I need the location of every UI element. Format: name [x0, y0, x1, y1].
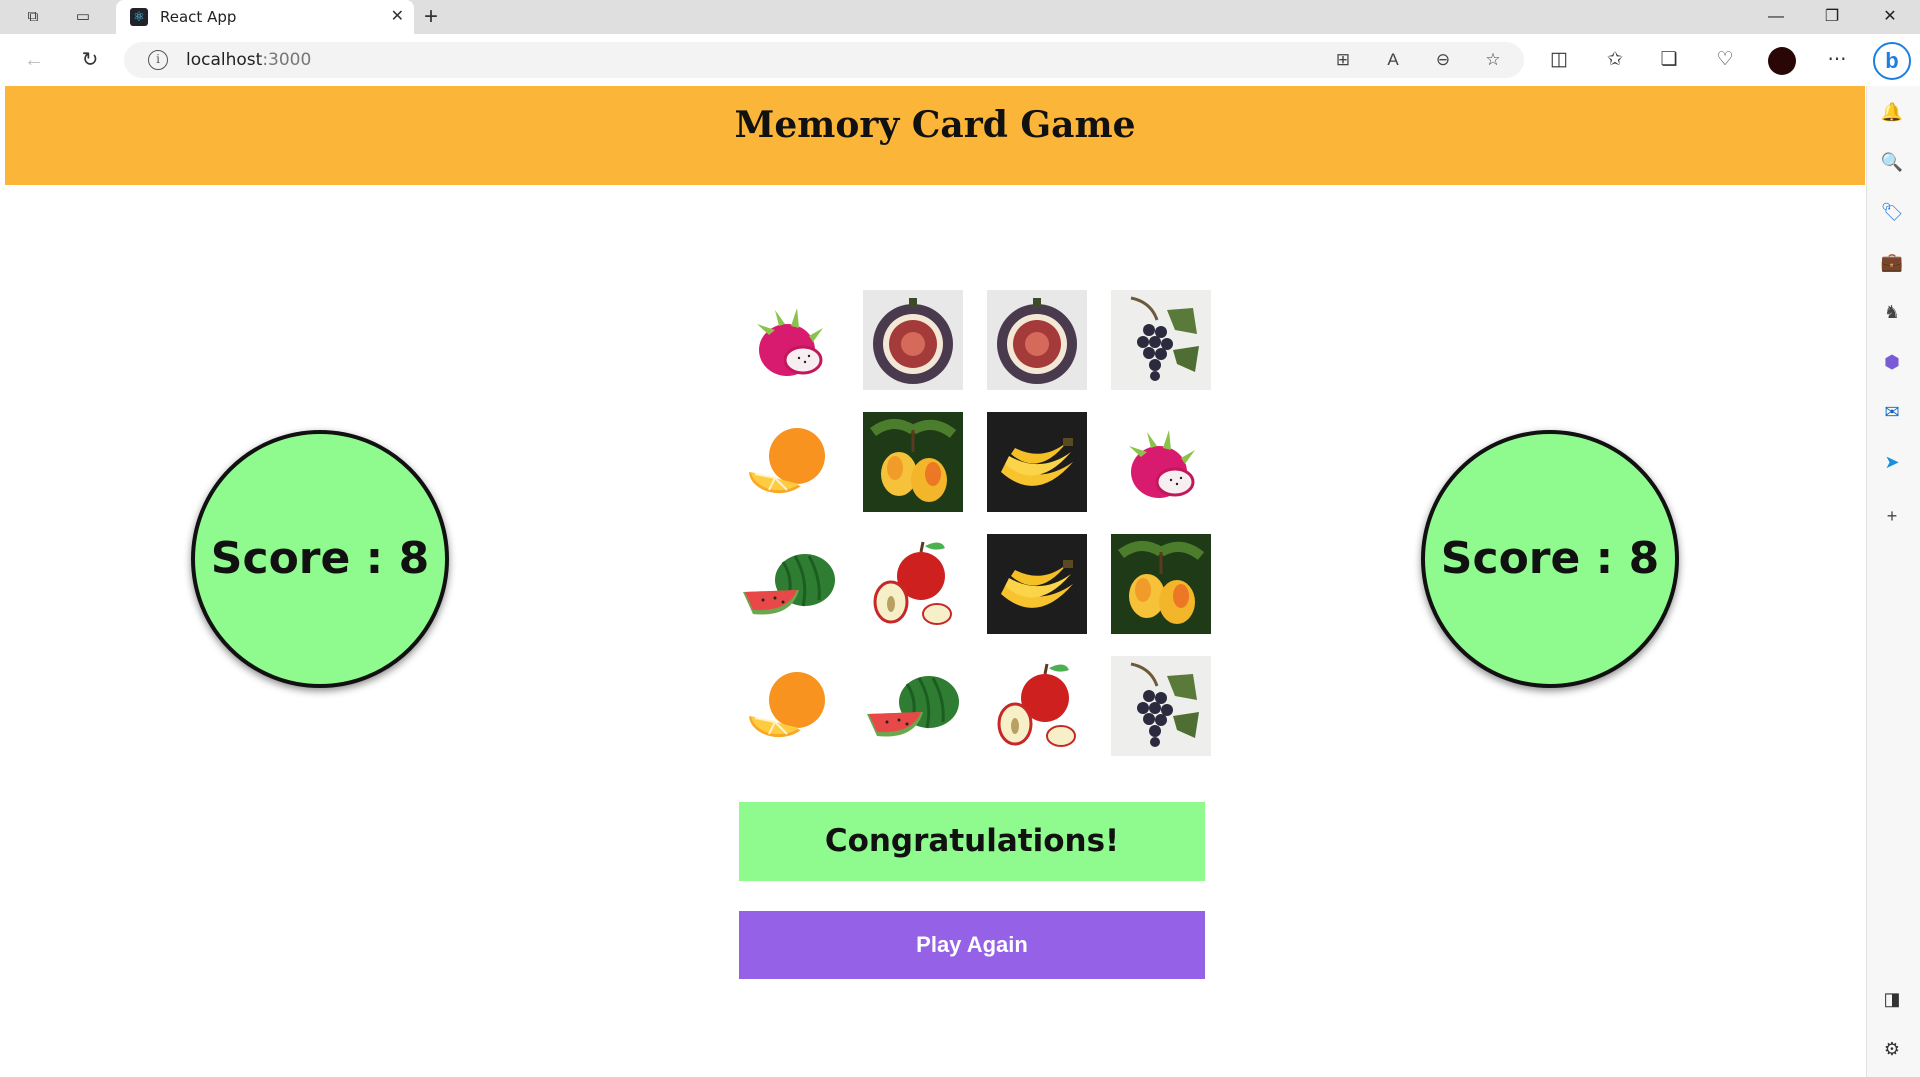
- banana-image: [987, 412, 1087, 512]
- dragon-fruit-image: [739, 290, 839, 390]
- card-dragon-fruit[interactable]: [739, 290, 839, 390]
- collections-icon[interactable]: ❏: [1654, 46, 1684, 74]
- page-title: Memory Card Game: [734, 104, 1136, 146]
- restore-icon[interactable]: ❐: [1812, 4, 1852, 30]
- mango-image: [1111, 534, 1211, 634]
- minimize-icon[interactable]: —: [1756, 4, 1796, 30]
- player1-score-circle: Score : 8: [191, 430, 449, 688]
- games-icon[interactable]: ♞: [1878, 298, 1906, 326]
- bing-copilot-icon[interactable]: b: [1873, 42, 1911, 80]
- url-host: localhost: [186, 50, 263, 70]
- refresh-icon[interactable]: ↻: [76, 46, 104, 74]
- sidebar-settings-icon[interactable]: ⚙: [1878, 1035, 1906, 1063]
- browser-sidebar: [1866, 86, 1920, 1077]
- url-text[interactable]: localhost:3000: [186, 50, 311, 70]
- card-apple[interactable]: [987, 656, 1087, 756]
- read-aloud-icon[interactable]: A: [1380, 48, 1406, 72]
- favorite-star-icon[interactable]: ☆: [1480, 48, 1506, 72]
- tab-actions-icon[interactable]: ▭: [72, 6, 94, 28]
- card-mango[interactable]: [863, 412, 963, 512]
- play-again-button[interactable]: Play Again: [739, 911, 1205, 979]
- card-fig[interactable]: [863, 290, 963, 390]
- fig-image: [863, 290, 963, 390]
- workspaces-icon[interactable]: ⧉: [22, 6, 44, 28]
- new-tab-icon[interactable]: +: [424, 3, 438, 31]
- card-banana[interactable]: [987, 412, 1087, 512]
- orange-image: [739, 656, 839, 756]
- microsoft-365-icon[interactable]: ⬢: [1878, 348, 1906, 376]
- notifications-bell-icon[interactable]: 🔔: [1878, 98, 1906, 126]
- split-screen-icon[interactable]: ◫: [1544, 46, 1574, 74]
- profile-avatar[interactable]: [1768, 47, 1796, 75]
- browser-essentials-icon[interactable]: ♡: [1710, 46, 1740, 74]
- watermelon-image: [739, 534, 839, 634]
- player2-score-circle: Score : 8: [1421, 430, 1679, 688]
- close-window-icon[interactable]: ✕: [1870, 4, 1910, 30]
- drop-send-icon[interactable]: ➤: [1878, 448, 1906, 476]
- watermelon-image: [863, 656, 963, 756]
- card-banana[interactable]: [987, 534, 1087, 634]
- grapes-image: [1111, 290, 1211, 390]
- card-mango[interactable]: [1111, 534, 1211, 634]
- address-bar: ← ↻ i localhost:3000 ⊞ A ⊖ ☆ ◫ ✩ ❏ ♡ ⋯: [0, 34, 1920, 86]
- more-menu-icon[interactable]: ⋯: [1822, 46, 1852, 74]
- add-sidebar-app-icon[interactable]: +: [1878, 502, 1906, 530]
- close-tab-icon[interactable]: ✕: [391, 6, 404, 26]
- zoom-out-icon[interactable]: ⊖: [1430, 48, 1456, 72]
- page-viewport: Memory Card Game Score : 8 Score : 8 Con…: [5, 86, 1865, 1072]
- congratulations-banner: Congratulations!: [739, 802, 1205, 881]
- card-watermelon[interactable]: [863, 656, 963, 756]
- card-grid: [739, 290, 1211, 756]
- url-field[interactable]: i localhost:3000 ⊞ A ⊖ ☆: [124, 42, 1524, 78]
- app-available-icon[interactable]: ⊞: [1330, 48, 1356, 72]
- card-grapes[interactable]: [1111, 290, 1211, 390]
- favorites-icon[interactable]: ✩: [1600, 46, 1630, 74]
- player1-score-text: Score : 8: [210, 533, 430, 584]
- card-orange[interactable]: [739, 412, 839, 512]
- outlook-icon[interactable]: ✉: [1878, 398, 1906, 426]
- card-watermelon[interactable]: [739, 534, 839, 634]
- site-info-icon[interactable]: i: [148, 50, 168, 70]
- react-favicon-icon: ⚛: [130, 8, 148, 26]
- page-header: Memory Card Game: [5, 86, 1865, 185]
- hide-sidebar-icon[interactable]: ◨: [1878, 985, 1906, 1013]
- card-grapes[interactable]: [1111, 656, 1211, 756]
- player2-score-text: Score : 8: [1440, 533, 1660, 584]
- search-icon[interactable]: 🔍: [1878, 148, 1906, 176]
- card-orange[interactable]: [739, 656, 839, 756]
- tools-briefcase-icon[interactable]: 💼: [1878, 248, 1906, 276]
- orange-image: [739, 412, 839, 512]
- shopping-tag-icon[interactable]: 🏷: [1878, 198, 1906, 226]
- fig-image: [987, 290, 1087, 390]
- apple-image: [863, 534, 963, 634]
- mango-image: [863, 412, 963, 512]
- tab-title: React App: [160, 8, 237, 26]
- back-icon[interactable]: ←: [20, 46, 48, 74]
- dragon-fruit-image: [1111, 412, 1211, 512]
- apple-image: [987, 656, 1087, 756]
- card-fig[interactable]: [987, 290, 1087, 390]
- card-dragon-fruit[interactable]: [1111, 412, 1211, 512]
- card-apple[interactable]: [863, 534, 963, 634]
- url-port: :3000: [262, 50, 312, 70]
- grapes-image: [1111, 656, 1211, 756]
- banana-image: [987, 534, 1087, 634]
- tab-bar: ⧉ ▭ ⚛ React App ✕ + — ❐ ✕: [0, 0, 1920, 34]
- tab-react-app[interactable]: ⚛ React App ✕: [116, 0, 414, 34]
